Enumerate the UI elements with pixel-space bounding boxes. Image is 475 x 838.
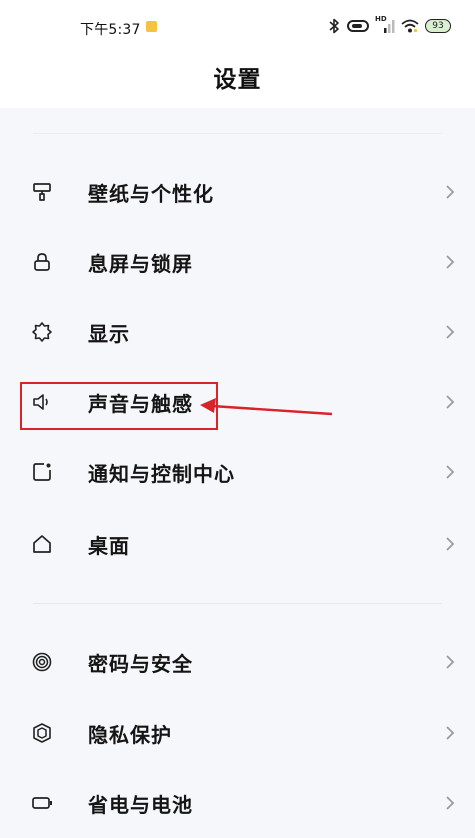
section-divider — [33, 133, 442, 134]
annotation-highlight-box — [20, 382, 218, 430]
notification-indicator-icon — [146, 21, 157, 32]
group-divider — [33, 603, 442, 604]
settings-item-label: 密码与安全 — [88, 652, 193, 676]
settings-item-privacy[interactable]: 隐私保护 — [0, 698, 475, 768]
chevron-right-icon — [446, 465, 455, 479]
settings-item-label: 隐私保护 — [88, 723, 172, 747]
chevron-right-icon — [446, 796, 455, 810]
notification-icon — [33, 463, 51, 481]
page-title: 设置 — [213, 67, 262, 93]
settings-item-wallpaper[interactable]: 壁纸与个性化 — [0, 157, 475, 227]
settings-item-label: 壁纸与个性化 — [88, 182, 214, 206]
chevron-right-icon — [446, 395, 455, 409]
status-bar: 下午5:37 HD 93 — [0, 0, 475, 48]
annotation-arrow-icon — [200, 398, 333, 416]
settings-item-label: 息屏与锁屏 — [88, 252, 193, 276]
paint-roller-icon — [33, 183, 51, 201]
chevron-right-icon — [446, 655, 455, 669]
settings-item-lock-screen[interactable]: 息屏与锁屏 — [0, 227, 475, 297]
settings-item-label: 通知与控制中心 — [88, 462, 235, 486]
lock-icon — [34, 253, 50, 271]
settings-item-home-screen[interactable]: 桌面 — [0, 509, 475, 579]
chevron-right-icon — [446, 325, 455, 339]
chevron-right-icon — [446, 537, 455, 551]
settings-item-label: 桌面 — [88, 534, 130, 558]
status-time: 下午5:37 — [80, 22, 141, 38]
settings-item-display[interactable]: 显示 — [0, 297, 475, 367]
cellular-signal-icon: HD — [375, 15, 395, 35]
fingerprint-icon — [32, 652, 52, 672]
status-icons: HD 93 — [327, 15, 451, 36]
chevron-right-icon — [446, 185, 455, 199]
page-header: 设置 — [0, 48, 475, 108]
wifi-icon — [401, 19, 419, 33]
privacy-shield-icon — [33, 723, 51, 743]
settings-item-label: 省电与电池 — [88, 793, 193, 817]
bluetooth-icon — [329, 18, 339, 34]
battery-indicator: 93 — [425, 19, 451, 33]
settings-item-label: 显示 — [88, 322, 130, 346]
settings-item-password-security[interactable]: 密码与安全 — [0, 627, 475, 697]
chevron-right-icon — [446, 726, 455, 740]
vibrate-mode-icon — [347, 20, 369, 32]
brightness-icon — [32, 322, 52, 342]
chevron-right-icon — [446, 255, 455, 269]
home-icon — [33, 535, 51, 553]
battery-icon — [32, 797, 52, 809]
settings-item-battery[interactable]: 省电与电池 — [0, 768, 475, 838]
settings-item-notifications[interactable]: 通知与控制中心 — [0, 437, 475, 507]
